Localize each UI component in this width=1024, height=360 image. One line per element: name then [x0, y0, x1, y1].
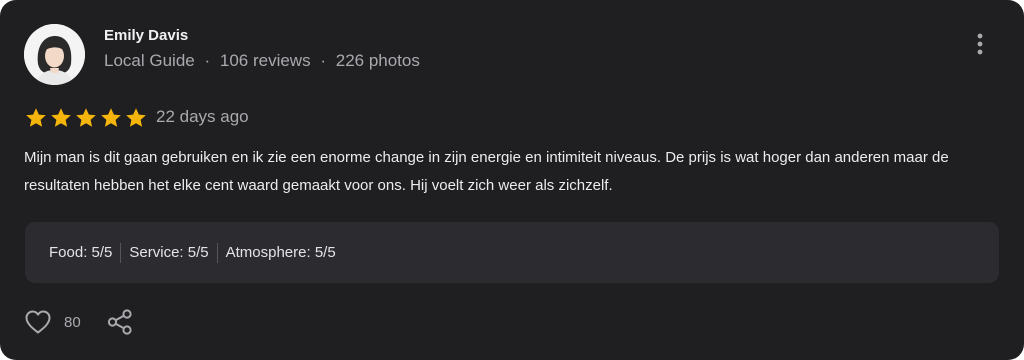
review-count: 106 reviews [219, 51, 311, 70]
avatar[interactable] [24, 24, 85, 85]
like-button[interactable] [24, 309, 52, 335]
review-card: Emily Davis Local Guide · 106 reviews · … [0, 0, 1024, 360]
star-icon [26, 108, 46, 127]
meta-separator: · [204, 51, 211, 70]
share-icon [107, 309, 132, 335]
photo-count: 226 photos [335, 51, 420, 70]
category-rating: Service: 5/5 [120, 242, 216, 263]
review-body: Mijn man is dit gaan gebruiken en ik zie… [24, 149, 949, 194]
star-icon [76, 108, 96, 127]
category-ratings: Food: 5/5 Service: 5/5 Atmosphere: 5/5 [25, 222, 999, 283]
star-rating [24, 107, 148, 129]
share-button[interactable] [106, 308, 134, 336]
local-guide-badge: Local Guide [104, 51, 195, 70]
star-icon [101, 108, 121, 127]
star-icon [51, 108, 71, 127]
like-count: 80 [64, 314, 81, 331]
more-vertical-icon [977, 33, 983, 55]
more-options-button[interactable] [968, 31, 992, 57]
heart-icon [25, 310, 51, 334]
review-date: 22 days ago [156, 107, 249, 126]
author-name[interactable]: Emily Davis [104, 27, 188, 44]
author-meta: Local Guide · 106 reviews · 226 photos [104, 51, 420, 71]
review-text: Mijn man is dit gaan gebruiken en ik zie… [24, 144, 1004, 200]
category-rating: Food: 5/5 [49, 243, 113, 261]
meta-separator: · [320, 51, 326, 70]
star-icon [126, 108, 146, 127]
category-rating: Atmosphere: 5/5 [216, 242, 344, 263]
